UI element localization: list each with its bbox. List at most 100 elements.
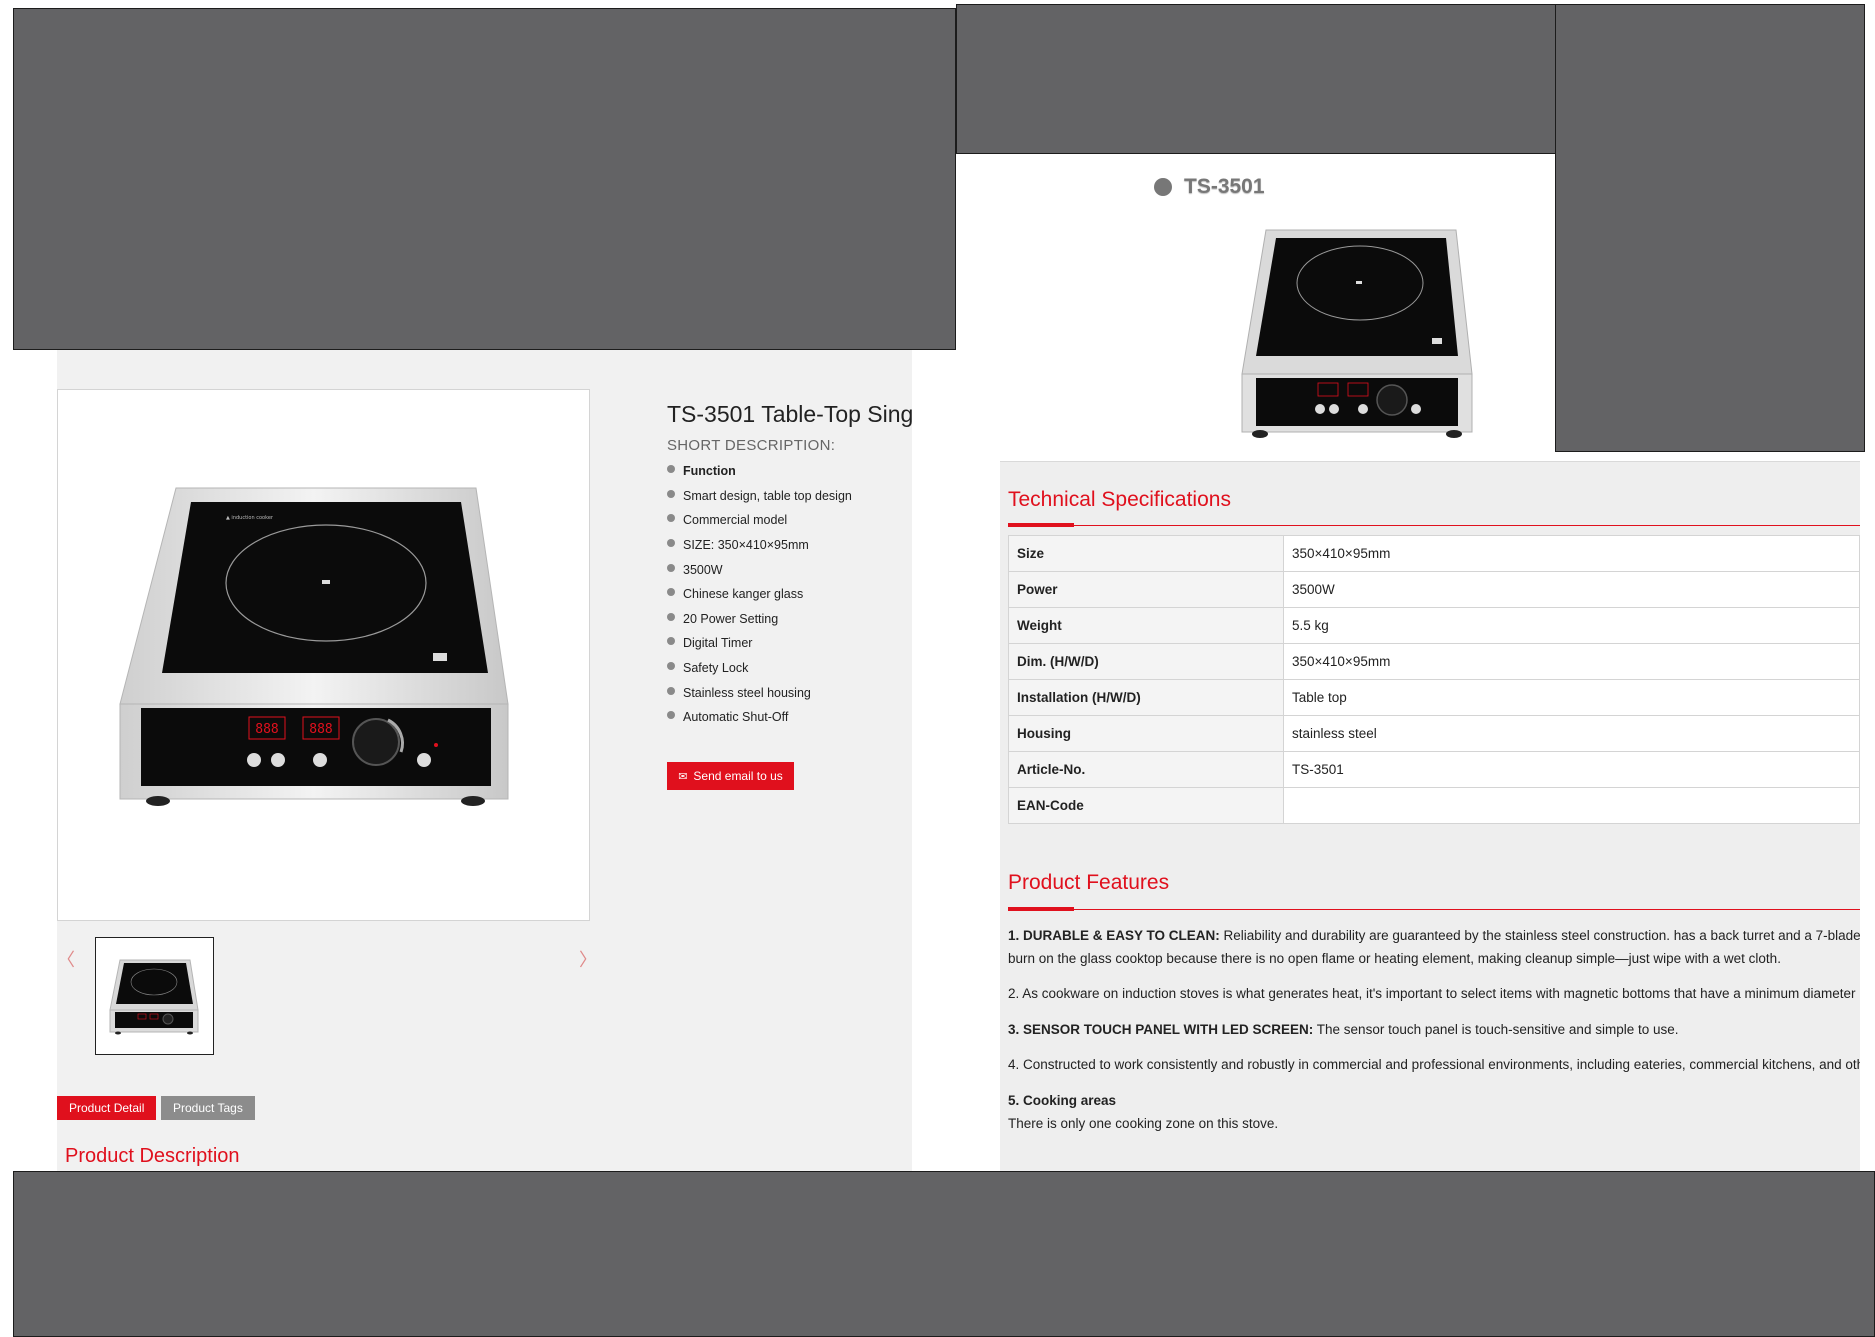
spec-value: 5.5 kg bbox=[1283, 607, 1860, 644]
spec-table: Size 350×410×95mm Power 3500W Weight 5.5 kg Di… bbox=[1008, 535, 1860, 824]
spec-row: Installation (H/W/D) Table top bbox=[1008, 679, 1860, 716]
spec-value: 3500W bbox=[1283, 571, 1860, 608]
spec-key: Housing bbox=[1008, 715, 1284, 752]
spec-row: Size 350×410×95mm bbox=[1008, 535, 1860, 572]
spec-key: Weight bbox=[1008, 607, 1284, 644]
redacted-block-top-middle bbox=[956, 4, 1556, 154]
feature-list-item: Digital Timer bbox=[667, 631, 852, 656]
redacted-block-top-left bbox=[13, 8, 956, 350]
feature-3-title: 3. SENSOR TOUCH PANEL WITH LED SCREEN: bbox=[1008, 1022, 1314, 1037]
spec-row: EAN-Code bbox=[1008, 787, 1860, 824]
induction-cooker-image bbox=[1241, 229, 1473, 438]
spec-row: Housing stainless steel bbox=[1008, 715, 1860, 752]
feature-list-item: Automatic Shut-Off bbox=[667, 705, 852, 730]
bullet-icon bbox=[667, 489, 675, 498]
feature-4: 4. Constructed to work consistently and … bbox=[1008, 1057, 1860, 1072]
spec-value: Table top bbox=[1283, 679, 1860, 716]
gallery-next-arrow[interactable]: 〉 bbox=[579, 946, 597, 972]
feature-list-item-text: Digital Timer bbox=[683, 636, 753, 651]
bullet-icon bbox=[667, 539, 675, 548]
left-product-panel: ▲ induction cooker 888 888 〈 〉 TS-3501 T… bbox=[13, 349, 956, 1171]
feature-list-item: Safety Lock bbox=[667, 656, 852, 681]
thumbnail-image[interactable] bbox=[95, 937, 214, 1055]
feature-5-title-text: 5. Cooking areas bbox=[1008, 1093, 1117, 1108]
send-email-button[interactable]: ✉ Send email to us bbox=[667, 762, 794, 790]
bullet-icon bbox=[667, 588, 675, 597]
redacted-block-top-right bbox=[1555, 4, 1865, 452]
product-description-heading: Product Description bbox=[65, 1145, 240, 1167]
spec-row: Weight 5.5 kg bbox=[1008, 607, 1860, 644]
feature-1-title: 1. DURABLE & EASY TO CLEAN: bbox=[1008, 928, 1220, 943]
feature-5-text: There is only one cooking zone on this s… bbox=[1008, 1116, 1279, 1131]
feature-3-text: The sensor touch panel is touch-sensitiv… bbox=[1313, 1022, 1679, 1037]
feature-list-item: Chinese kanger glass bbox=[667, 582, 852, 607]
spec-key: Dim. (H/W/D) bbox=[1008, 643, 1284, 680]
feature-list-item-text: Stainless steel housing bbox=[683, 685, 811, 700]
technical-specifications-heading: Technical Specifications bbox=[1008, 488, 1231, 511]
feature-list-item-text: Chinese kanger glass bbox=[683, 587, 804, 602]
spec-value: TS-3501 bbox=[1283, 751, 1860, 788]
feature-1-continued: burn on the glass cooktop because there … bbox=[1008, 951, 1781, 966]
feature-list-item: 20 Power Setting bbox=[667, 607, 852, 632]
feature-list-item: Smart design, table top design bbox=[667, 484, 852, 509]
spec-key: EAN-Code bbox=[1008, 787, 1284, 824]
feature-1: 1. DURABLE & EASY TO CLEAN: Reliability … bbox=[1008, 924, 1860, 947]
short-description-label: SHORT DESCRIPTION: bbox=[667, 437, 836, 454]
redacted-block-bottom bbox=[13, 1171, 1875, 1337]
feature-list-item-text: Function bbox=[683, 464, 736, 479]
bullet-icon bbox=[667, 686, 675, 695]
feature-list-item-text: Automatic Shut-Off bbox=[683, 710, 789, 725]
feature-1-text: Reliability and durability are guarantee… bbox=[1219, 928, 1860, 943]
bullet-icon bbox=[667, 612, 675, 621]
bullet-icon bbox=[667, 563, 675, 572]
feature-list-item-text: 3500W bbox=[683, 562, 723, 577]
spec-key: Size bbox=[1008, 535, 1284, 572]
spec-row: Power 3500W bbox=[1008, 571, 1860, 608]
feature-list-item-text: Commercial model bbox=[683, 513, 788, 528]
product-features-heading: Product Features bbox=[1008, 871, 1170, 894]
feature-list-item: SIZE: 350×410×95mm bbox=[667, 533, 852, 558]
spec-key: Article-No. bbox=[1008, 751, 1284, 788]
bullet-icon bbox=[667, 514, 675, 523]
feature-2: 2. As cookware on induction stoves is wh… bbox=[1008, 986, 1856, 1001]
heading-underline bbox=[1008, 525, 1860, 526]
cooker-display-left: 888 bbox=[255, 722, 278, 737]
induction-cooker-thumbnail bbox=[109, 959, 199, 1035]
short-description-list: Function Smart design, table top design Co… bbox=[667, 459, 852, 730]
svg-text:▲ induction cooker: ▲ induction cooker bbox=[226, 515, 274, 521]
spec-value bbox=[1283, 787, 1860, 824]
induction-cooker-image: ▲ induction cooker 888 888 bbox=[119, 487, 509, 806]
feature-list-item-text: Smart design, table top design bbox=[683, 488, 852, 503]
spec-key: Power bbox=[1008, 571, 1284, 608]
model-label-text: TS-3501 bbox=[1184, 175, 1265, 198]
spec-value: 350×410×95mm bbox=[1283, 535, 1860, 572]
spec-key: Installation (H/W/D) bbox=[1008, 679, 1284, 716]
feature-list-item-text: SIZE: 350×410×95mm bbox=[683, 538, 809, 553]
gallery-prev-arrow[interactable]: 〈 bbox=[57, 946, 75, 972]
feature-3: 3. SENSOR TOUCH PANEL WITH LED SCREEN: T… bbox=[1008, 1018, 1860, 1041]
spec-value: stainless steel bbox=[1283, 715, 1860, 752]
bullet-icon bbox=[667, 637, 675, 646]
heading-underline-accent bbox=[1008, 907, 1074, 911]
product-title: TS-3501 Table-Top Single Induction Cooke… bbox=[667, 401, 912, 427]
send-email-label: Send email to us bbox=[693, 769, 783, 783]
product-detail-area: ▲ induction cooker 888 888 〈 〉 TS-3501 T… bbox=[57, 349, 912, 1171]
feature-list-item: 3500W bbox=[667, 557, 852, 582]
main-product-image[interactable]: ▲ induction cooker 888 888 bbox=[57, 389, 590, 921]
feature-list-item: Function bbox=[667, 459, 852, 484]
bullet-icon bbox=[667, 662, 675, 671]
tab-product-tags[interactable]: Product Tags bbox=[161, 1096, 255, 1120]
envelope-icon: ✉ bbox=[678, 770, 688, 783]
feature-list-item: Stainless steel housing bbox=[667, 680, 852, 705]
feature-5-title: 5. Cooking areas bbox=[1008, 1089, 1860, 1112]
bullet-icon bbox=[667, 465, 675, 474]
model-label: TS-3501 bbox=[1154, 175, 1265, 199]
cooker-display-right: 888 bbox=[309, 722, 332, 737]
spec-value: 350×410×95mm bbox=[1283, 643, 1860, 680]
tab-product-detail[interactable]: Product Detail bbox=[57, 1096, 157, 1120]
bullet-icon bbox=[667, 711, 675, 720]
bullet-icon bbox=[1154, 178, 1172, 196]
heading-underline-accent bbox=[1008, 523, 1074, 527]
feature-list-item-text: Safety Lock bbox=[683, 661, 749, 676]
heading-underline bbox=[1008, 909, 1860, 910]
